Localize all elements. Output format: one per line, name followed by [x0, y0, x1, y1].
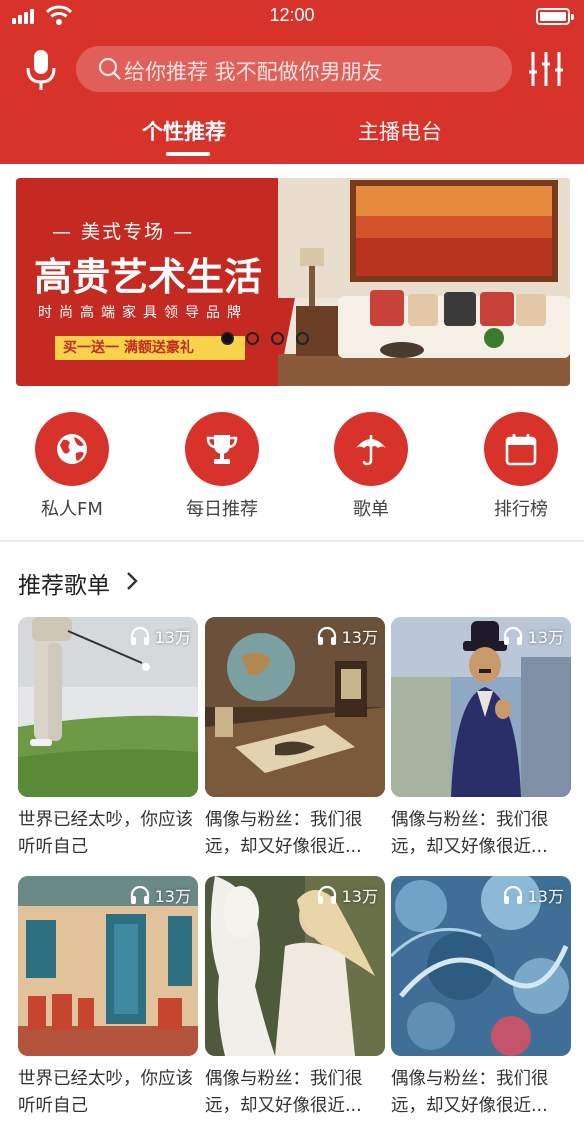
playlist-title[interactable]: 世界已经太吵，你应该听听自己	[18, 1066, 198, 1120]
nav-icon-circle	[484, 412, 558, 486]
headphones-icon	[317, 885, 336, 904]
play-count-text: 13万	[154, 628, 191, 647]
playlist-cover: 13万	[205, 617, 385, 797]
search-placeholder: 给你推荐 我不配做你男朋友	[124, 60, 383, 84]
playlist-card[interactable]: 13万 世界已经太吵，你应该听听自己	[18, 876, 198, 1120]
nav-label: 歌单	[353, 499, 389, 520]
nav-label: 私人FM	[41, 499, 103, 520]
playlist-card[interactable]: 13万 世界已经太吵，你应该听听自己	[18, 617, 198, 861]
nav-charts[interactable]: 排行榜	[461, 412, 581, 521]
headphones-icon	[130, 626, 149, 645]
status-bar: 12:00	[0, 0, 584, 32]
playlist-card[interactable]: 13万 偶像与粉丝：我们很远，却又好像很近...	[205, 876, 385, 1120]
headphones-icon	[503, 885, 522, 904]
pagination-dot[interactable]	[246, 332, 259, 345]
play-count-text: 13万	[527, 887, 564, 906]
banner-title: 高贵艺术生活	[34, 254, 263, 299]
playlist-card[interactable]: 13万 偶像与粉丝：我们很远，却又好像很近...	[391, 617, 571, 861]
playlist-cover: 13万	[391, 617, 571, 797]
status-time: 12:00	[269, 5, 315, 25]
tab-anchor-radio[interactable]: 主播电台	[358, 116, 442, 146]
battery-icon	[536, 8, 574, 25]
play-count: 13万	[130, 883, 191, 907]
nav-icon-circle	[35, 412, 109, 486]
nav-private-fm[interactable]: 私人FM	[12, 412, 132, 521]
play-count: 13万	[503, 883, 564, 907]
search-bar[interactable]: 给你推荐 我不配做你男朋友	[76, 46, 512, 92]
banner-tag: — 美式专场 —	[52, 221, 195, 243]
playlist-title[interactable]: 世界已经太吵，你应该听听自己	[18, 807, 198, 861]
play-count-text: 13万	[341, 628, 378, 647]
tab-personal-recommend[interactable]: 个性推荐	[142, 116, 226, 146]
nav-label: 每日推荐	[186, 499, 258, 520]
playlist-title[interactable]: 偶像与粉丝：我们很远，却又好像很近...	[391, 1066, 571, 1120]
playlist-title[interactable]: 偶像与粉丝：我们很远，却又好像很近...	[205, 1066, 385, 1120]
pagination-dot-active[interactable]	[221, 332, 234, 345]
headphones-icon	[317, 626, 336, 645]
headphones-icon	[503, 626, 522, 645]
headphones-icon	[130, 885, 149, 904]
section-title[interactable]: 推荐歌单	[18, 566, 110, 600]
playlist-card[interactable]: 13万 偶像与粉丝：我们很远，却又好像很近...	[205, 617, 385, 861]
microphone-icon[interactable]	[22, 48, 60, 92]
play-count: 13万	[130, 624, 191, 648]
playlist-cover: 13万	[18, 876, 198, 1056]
play-count: 13万	[503, 624, 564, 648]
nav-icon-circle	[334, 412, 408, 486]
globe-icon	[57, 434, 87, 464]
umbrella-icon	[356, 435, 386, 466]
nav-icon-circle	[185, 412, 259, 486]
play-count-text: 13万	[154, 887, 191, 906]
app-header: 12:00 给你推荐 我不配做你男朋友 个性推荐 主播电台	[0, 0, 584, 164]
playlist-card[interactable]: 13万 偶像与粉丝：我们很远，却又好像很近...	[391, 876, 571, 1120]
play-count-text: 13万	[527, 628, 564, 647]
banner-subtitle: 时尚高端家具领导品牌	[38, 305, 248, 321]
active-tab-indicator	[166, 152, 210, 156]
search-icon	[98, 57, 121, 80]
play-count: 13万	[317, 624, 378, 648]
banner-promo: 买一送一 满额送豪礼	[55, 336, 245, 360]
trophy-icon	[206, 435, 238, 464]
pagination-dot[interactable]	[271, 332, 284, 345]
play-count-text: 13万	[341, 887, 378, 906]
now-playing-icon[interactable]	[528, 50, 564, 88]
nav-daily-recommend[interactable]: 每日推荐	[162, 412, 282, 521]
nav-playlists[interactable]: 歌单	[311, 412, 431, 521]
play-count: 13万	[317, 883, 378, 907]
chevron-right-icon[interactable]	[124, 570, 140, 592]
playlist-cover: 13万	[18, 617, 198, 797]
section-divider	[0, 540, 584, 542]
playlist-title[interactable]: 偶像与粉丝：我们很远，却又好像很近...	[205, 807, 385, 861]
nav-label: 排行榜	[494, 499, 548, 520]
calendar-icon	[505, 434, 537, 466]
playlist-cover: 13万	[205, 876, 385, 1056]
playlist-cover: 13万	[391, 876, 571, 1056]
playlist-title[interactable]: 偶像与粉丝：我们很远，却又好像很近...	[391, 807, 571, 861]
pagination-dot[interactable]	[296, 332, 309, 345]
